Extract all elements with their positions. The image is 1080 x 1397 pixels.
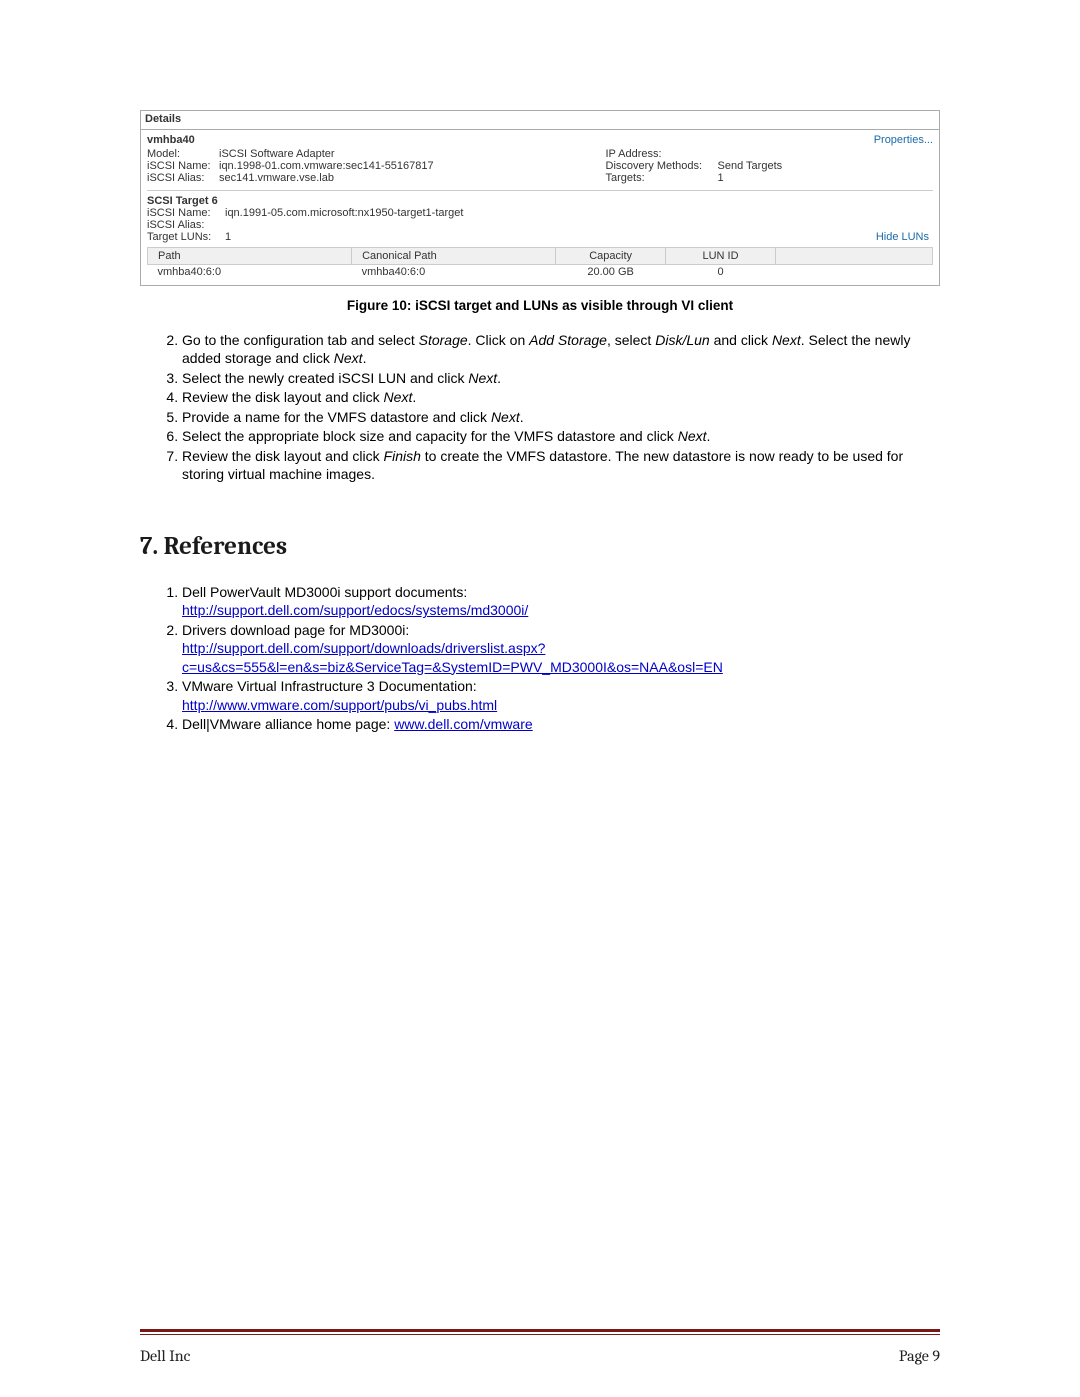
iscsi-name-label: iSCSI Name: bbox=[147, 160, 219, 172]
iscsi-alias-value: sec141.vmware.vse.lab bbox=[219, 172, 334, 184]
step-7: Review the disk layout and click Finish … bbox=[182, 447, 940, 484]
details-panel: Details vmhba40 Properties... Model: iSC… bbox=[140, 110, 940, 286]
discovery-label: Discovery Methods: bbox=[606, 160, 718, 172]
reference-3: VMware Virtual Infrastructure 3 Document… bbox=[182, 677, 940, 714]
cell-capacity: 20.00 GB bbox=[556, 265, 666, 280]
table-row: vmhba40:6:0 vmhba40:6:0 20.00 GB 0 bbox=[148, 265, 933, 280]
details-title: Details bbox=[141, 111, 939, 129]
reference-2: Drivers download page for MD3000i: http:… bbox=[182, 621, 940, 676]
targets-value: 1 bbox=[718, 172, 724, 184]
target-iscsi-name-label: iSCSI Name: bbox=[147, 207, 225, 219]
table-header-row: Path Canonical Path Capacity LUN ID bbox=[148, 248, 933, 265]
col-canonical: Canonical Path bbox=[352, 248, 556, 265]
reference-4-link[interactable]: www.dell.com/vmware bbox=[394, 716, 532, 732]
references-list: Dell PowerVault MD3000i support document… bbox=[164, 583, 940, 734]
iscsi-name-value: iqn.1998-01.com.vmware:sec141-55167817 bbox=[219, 160, 434, 172]
cell-canonical: vmhba40:6:0 bbox=[352, 265, 556, 280]
scsi-target-heading: SCSI Target 6 bbox=[147, 195, 933, 207]
procedure-steps: Go to the configuration tab and select S… bbox=[164, 331, 940, 484]
target-luns-value: 1 bbox=[225, 231, 231, 243]
step-5: Provide a name for the VMFS datastore an… bbox=[182, 408, 940, 426]
footer-right: Page 9 bbox=[899, 1347, 940, 1365]
col-path: Path bbox=[148, 248, 352, 265]
cell-lunid: 0 bbox=[666, 265, 776, 280]
target-luns-label: Target LUNs: bbox=[147, 231, 225, 243]
model-label: Model: bbox=[147, 148, 219, 160]
hide-luns-link[interactable]: Hide LUNs bbox=[876, 231, 933, 243]
step-2: Go to the configuration tab and select S… bbox=[182, 331, 940, 368]
properties-link[interactable]: Properties... bbox=[874, 134, 933, 148]
cell-path: vmhba40:6:0 bbox=[148, 265, 352, 280]
model-value: iSCSI Software Adapter bbox=[219, 148, 335, 160]
document-page: Details vmhba40 Properties... Model: iSC… bbox=[0, 0, 1080, 1397]
footer-rule bbox=[140, 1329, 940, 1335]
step-3: Select the newly created iSCSI LUN and c… bbox=[182, 369, 940, 387]
discovery-value: Send Targets bbox=[718, 160, 783, 172]
figure-caption: Figure 10: iSCSI target and LUNs as visi… bbox=[140, 298, 940, 313]
details-body: vmhba40 Properties... Model: iSCSI Softw… bbox=[141, 129, 939, 285]
step-4: Review the disk layout and click Next. bbox=[182, 388, 940, 406]
targets-label: Targets: bbox=[606, 172, 718, 184]
reference-4: Dell|VMware alliance home page: www.dell… bbox=[182, 715, 940, 733]
col-lunid: LUN ID bbox=[666, 248, 776, 265]
reference-1-link[interactable]: http://support.dell.com/support/edocs/sy… bbox=[182, 602, 528, 618]
target-iscsi-alias-label: iSCSI Alias: bbox=[147, 219, 225, 231]
ip-label: IP Address: bbox=[606, 148, 718, 160]
adapter-name: vmhba40 bbox=[147, 134, 874, 146]
col-capacity: Capacity bbox=[556, 248, 666, 265]
reference-2-link[interactable]: http://support.dell.com/support/download… bbox=[182, 640, 723, 674]
footer-left: Dell Inc bbox=[140, 1347, 190, 1365]
target-iscsi-name-value: iqn.1991-05.com.microsoft:nx1950-target1… bbox=[225, 207, 463, 219]
reference-1: Dell PowerVault MD3000i support document… bbox=[182, 583, 940, 620]
references-heading: 7. References bbox=[140, 532, 940, 561]
iscsi-alias-label: iSCSI Alias: bbox=[147, 172, 219, 184]
page-footer: Dell Inc Page 9 bbox=[140, 1347, 940, 1365]
step-6: Select the appropriate block size and ca… bbox=[182, 427, 940, 445]
lun-table: Path Canonical Path Capacity LUN ID vmhb… bbox=[147, 247, 933, 279]
reference-3-link[interactable]: http://www.vmware.com/support/pubs/vi_pu… bbox=[182, 697, 497, 713]
